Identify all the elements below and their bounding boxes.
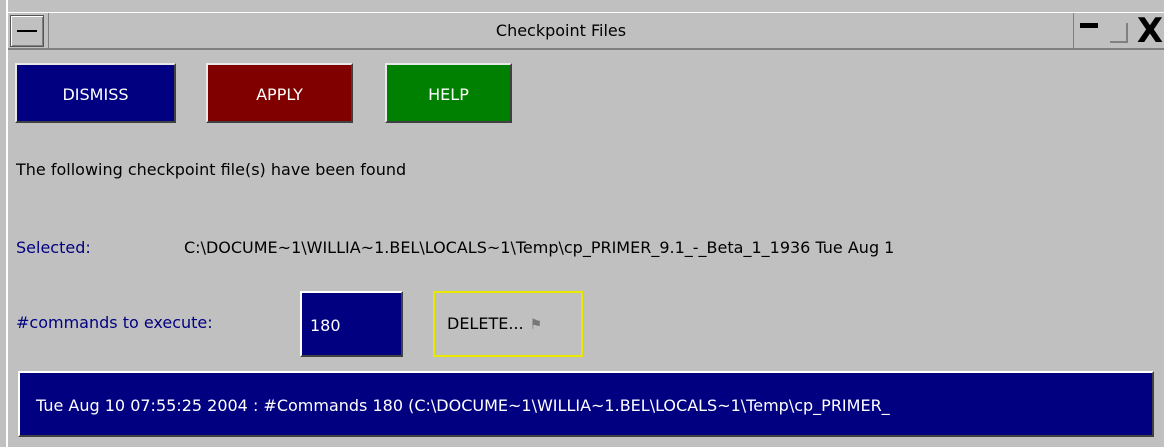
- selected-value: C:\DOCUME~1\WILLIA~1.BEL\LOCALS~1\Temp\c…: [184, 238, 895, 257]
- apply-button[interactable]: APPLY: [206, 63, 353, 123]
- maximize-button[interactable]: [1108, 15, 1132, 47]
- found-message: The following checkpoint file(s) have be…: [16, 160, 407, 179]
- checkpoint-list: Tue Aug 10 07:55:25 2004 : #Commands 180…: [14, 366, 1158, 447]
- help-button[interactable]: HELP: [385, 63, 512, 123]
- dismiss-button[interactable]: DISMISS: [15, 63, 176, 123]
- window-title: Checkpoint Files: [48, 13, 1074, 49]
- minimize-icon: [1080, 23, 1098, 28]
- delete-button[interactable]: DELETE... ⚑: [433, 291, 583, 357]
- flag-icon: ⚑: [529, 317, 543, 333]
- commands-label: #commands to execute:: [16, 313, 213, 332]
- menu-dash-icon: [17, 30, 37, 32]
- list-item[interactable]: Tue Aug 10 07:55:25 2004 : #Commands 180…: [18, 371, 1154, 437]
- commands-input[interactable]: 180: [300, 291, 403, 357]
- title-bar: Checkpoint Files X: [8, 12, 1164, 50]
- minimize-button[interactable]: [1074, 15, 1104, 47]
- maximize-icon: [1110, 23, 1128, 43]
- delete-label: DELETE...: [447, 314, 524, 333]
- close-button[interactable]: X: [1134, 14, 1164, 48]
- selected-label: Selected:: [16, 238, 91, 257]
- window-menu-button[interactable]: [10, 15, 44, 47]
